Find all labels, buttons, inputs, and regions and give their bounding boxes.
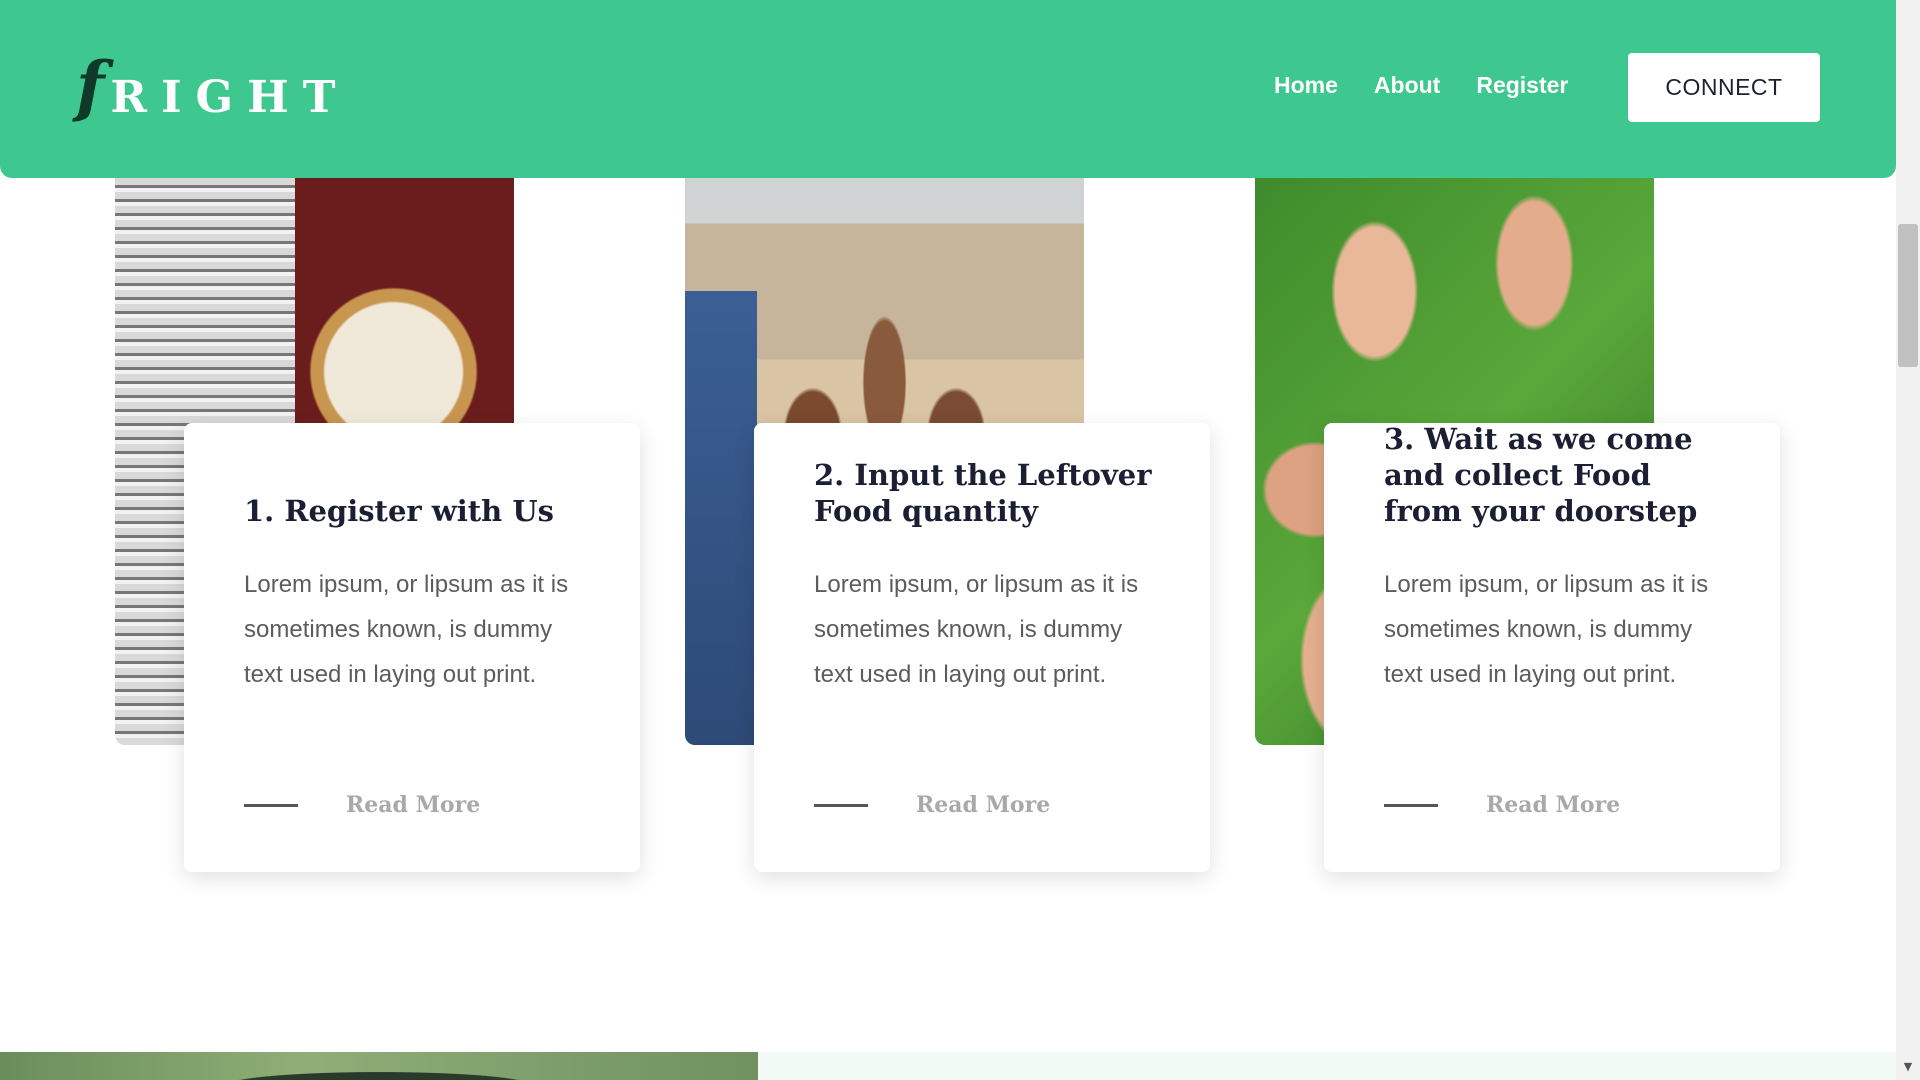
logo-wordmark: RIGHT [110,72,350,123]
nav-about-link[interactable]: About [1374,72,1440,99]
page-scrollbar-thumb[interactable] [1898,224,1918,367]
site-header: f RIGHT Home About Register CONNECT [0,0,1896,178]
connect-button[interactable]: CONNECT [1628,53,1820,122]
step-2-read-more-link[interactable]: Read More [814,792,1050,818]
read-more-label: Read More [346,792,481,818]
next-section-image [0,1052,758,1080]
page-scrollbar-track[interactable] [1896,0,1920,1080]
main-nav: Home About Register [1274,72,1568,99]
step-card-3: 3. Wait as we come and collect Food from… [1324,422,1780,872]
step-card-1: 1. Register with Us Lorem ipsum, or lips… [184,423,640,872]
chevron-down-icon[interactable]: ▼ [1898,1058,1918,1076]
step-1-read-more-link[interactable]: Read More [244,792,480,818]
next-section-panel [758,1052,1896,1080]
nav-home-link[interactable]: Home [1274,72,1338,99]
step-1-title: 1. Register with Us [244,494,554,528]
read-more-label: Read More [1486,792,1621,818]
read-more-line-decoration [244,803,298,807]
read-more-line-decoration [814,803,868,807]
step-card-2: 2. Input the Leftover Food quantity Lore… [754,423,1210,872]
step-3-read-more-link[interactable]: Read More [1384,792,1620,818]
read-more-line-decoration [1384,803,1438,807]
step-3-description: Lorem ipsum, or lipsum as it is sometime… [1384,571,1709,688]
step-2-description: Lorem ipsum, or lipsum as it is sometime… [814,571,1139,688]
logo-f-glyph: f [76,47,105,125]
step-3-title: 3. Wait as we come and collect Food from… [1384,422,1698,528]
step-2-title: 2. Input the Leftover Food quantity [814,458,1152,528]
brand-logo[interactable]: f RIGHT [76,47,350,125]
read-more-label: Read More [916,792,1051,818]
step-1-description: Lorem ipsum, or lipsum as it is sometime… [244,571,569,688]
nav-register-link[interactable]: Register [1476,72,1568,99]
